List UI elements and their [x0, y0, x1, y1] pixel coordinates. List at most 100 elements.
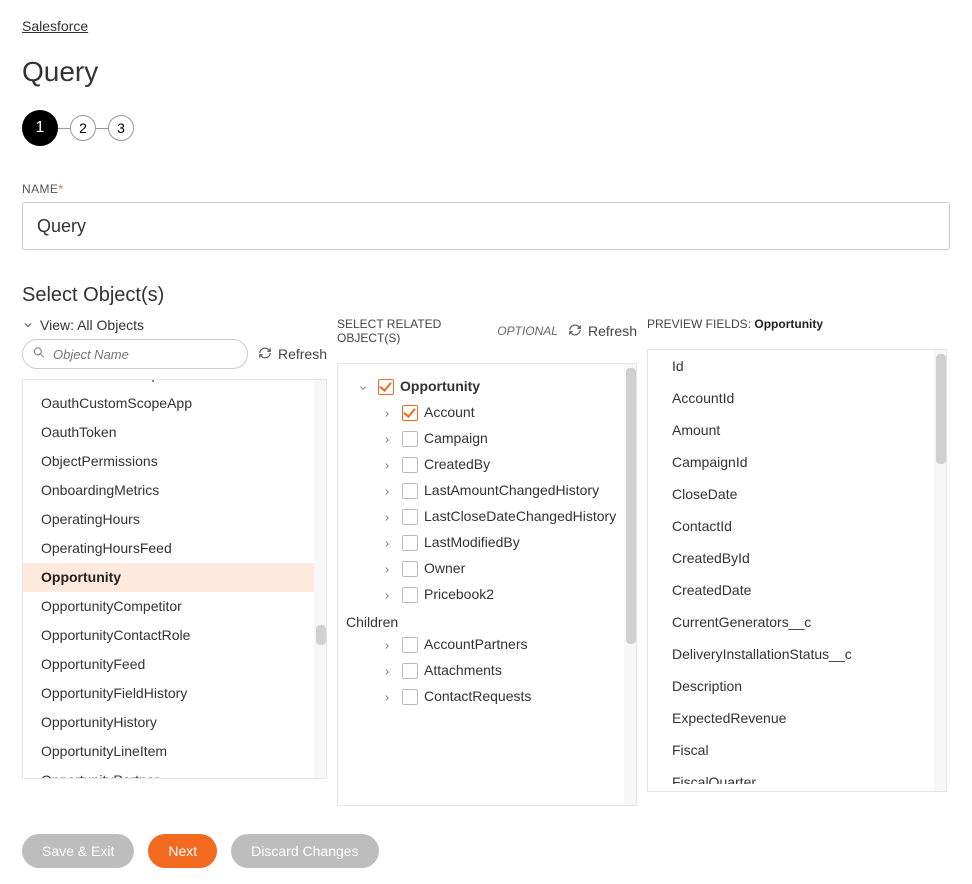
tree-node-label[interactable]: LastAmountChangedHistory [424, 482, 599, 498]
preview-field: CreatedById [648, 542, 946, 574]
object-item[interactable]: OpportunityHistory [23, 708, 314, 737]
scrollbar[interactable] [314, 380, 326, 778]
preview-header: PREVIEW FIELDS: [647, 317, 751, 331]
scrollbar[interactable] [624, 364, 636, 805]
object-item[interactable]: OpportunityFieldHistory [23, 679, 314, 708]
chevron-right-icon[interactable] [382, 588, 396, 604]
checkbox[interactable] [402, 483, 418, 499]
children-label: Children [344, 608, 630, 632]
related-header: SELECT RELATED OBJECT(S) [337, 317, 487, 345]
preview-field: FiscalQuarter [648, 766, 946, 784]
tree-node-label[interactable]: Campaign [424, 430, 488, 446]
preview-field: Id [648, 350, 946, 382]
checkbox[interactable] [402, 561, 418, 577]
tree-node-label[interactable]: LastModifiedBy [424, 534, 520, 550]
object-item[interactable]: OpportunityContactRole [23, 621, 314, 650]
checkbox[interactable] [402, 509, 418, 525]
chevron-down-icon[interactable] [358, 380, 372, 396]
tree-node-label[interactable]: Owner [424, 560, 465, 576]
tree-node-label[interactable]: Pricebook2 [424, 586, 494, 602]
scrollbar-thumb[interactable] [626, 368, 636, 644]
optional-label: OPTIONAL [497, 324, 558, 338]
refresh-related-button[interactable]: Refresh [568, 323, 637, 340]
preview-field: ExpectedRevenue [648, 702, 946, 734]
tree-node-label[interactable]: AccountPartners [424, 636, 528, 652]
object-item[interactable]: OnboardingMetrics [23, 476, 314, 505]
select-objects-title: Select Object(s) [22, 284, 950, 307]
object-item[interactable]: OpportunityLineItem [23, 737, 314, 766]
name-input[interactable] [22, 202, 950, 250]
checkbox[interactable] [402, 689, 418, 705]
scrollbar-thumb[interactable] [936, 354, 946, 464]
checkbox[interactable] [402, 405, 418, 421]
checkbox[interactable] [378, 379, 394, 395]
breadcrumb[interactable]: Salesforce [22, 18, 88, 34]
object-list-panel: OauthCustomScopeOauthCustomScopeAppOauth… [22, 379, 327, 779]
checkbox[interactable] [402, 637, 418, 653]
save-exit-button[interactable]: Save & Exit [22, 834, 134, 868]
preview-field: CreatedDate [648, 574, 946, 606]
related-tree-panel: Opportunity Account Campaign CreatedBy LastA… [337, 363, 637, 806]
chevron-right-icon[interactable] [382, 458, 396, 474]
checkbox[interactable] [402, 535, 418, 551]
object-item[interactable]: Opportunity [23, 563, 314, 592]
tree-node-label[interactable]: Account [424, 404, 475, 420]
footer: Save & Exit Next Discard Changes [0, 818, 972, 884]
checkbox[interactable] [402, 431, 418, 447]
object-item[interactable]: OauthCustomScopeApp [23, 389, 314, 418]
chevron-right-icon[interactable] [382, 638, 396, 654]
preview-field: AccountId [648, 382, 946, 414]
chevron-right-icon[interactable] [382, 562, 396, 578]
next-button[interactable]: Next [148, 834, 217, 868]
preview-field: ContactId [648, 510, 946, 542]
tree-node-label[interactable]: CreatedBy [424, 456, 490, 472]
chevron-right-icon[interactable] [382, 690, 396, 706]
checkbox[interactable] [402, 587, 418, 603]
name-label: NAME* [22, 182, 950, 196]
tree-node-label[interactable]: LastCloseDateChangedHistory [424, 508, 616, 524]
object-item[interactable]: OpportunityCompetitor [23, 592, 314, 621]
search-input[interactable] [22, 339, 248, 369]
checkbox[interactable] [402, 457, 418, 473]
chevron-right-icon[interactable] [382, 484, 396, 500]
preview-field: Fiscal [648, 734, 946, 766]
checkbox[interactable] [402, 663, 418, 679]
stepper: 1 2 3 [22, 110, 950, 146]
object-item[interactable]: OauthCustomScope [23, 380, 314, 389]
object-item[interactable]: OpportunityPartner [23, 766, 314, 778]
chevron-down-icon [22, 319, 34, 331]
view-selector[interactable]: View: All Objects [22, 317, 327, 333]
chevron-right-icon[interactable] [382, 432, 396, 448]
chevron-right-icon[interactable] [382, 510, 396, 526]
preview-fields-panel: IdAccountIdAmountCampaignIdCloseDateCont… [647, 349, 947, 792]
step-2[interactable]: 2 [70, 115, 96, 141]
step-3[interactable]: 3 [108, 115, 134, 141]
refresh-label: Refresh [588, 323, 637, 339]
tree-node-label[interactable]: ContactRequests [424, 688, 531, 704]
preview-field: DeliveryInstallationStatus__c [648, 638, 946, 670]
object-item[interactable]: OperatingHoursFeed [23, 534, 314, 563]
required-indicator: * [58, 182, 63, 196]
scrollbar[interactable] [934, 350, 946, 791]
object-item[interactable]: OauthToken [23, 418, 314, 447]
step-line [96, 128, 108, 129]
object-item[interactable]: OpportunityFeed [23, 650, 314, 679]
preview-field: CloseDate [648, 478, 946, 510]
preview-field: CurrentGenerators__c [648, 606, 946, 638]
preview-field: CampaignId [648, 446, 946, 478]
step-1[interactable]: 1 [22, 110, 58, 146]
chevron-right-icon[interactable] [382, 536, 396, 552]
chevron-right-icon[interactable] [382, 664, 396, 680]
object-item[interactable]: ObjectPermissions [23, 447, 314, 476]
refresh-objects-button[interactable]: Refresh [258, 346, 327, 363]
tree-node-label[interactable]: Attachments [424, 662, 502, 678]
chevron-right-icon[interactable] [382, 406, 396, 422]
discard-button[interactable]: Discard Changes [231, 834, 378, 868]
tree-node-label[interactable]: Opportunity [400, 378, 480, 394]
scrollbar-thumb[interactable] [316, 625, 326, 645]
preview-field: Amount [648, 414, 946, 446]
refresh-icon [568, 323, 582, 340]
object-item[interactable]: OperatingHours [23, 505, 314, 534]
view-label: View: All Objects [40, 317, 144, 333]
page-title: Query [22, 56, 950, 88]
